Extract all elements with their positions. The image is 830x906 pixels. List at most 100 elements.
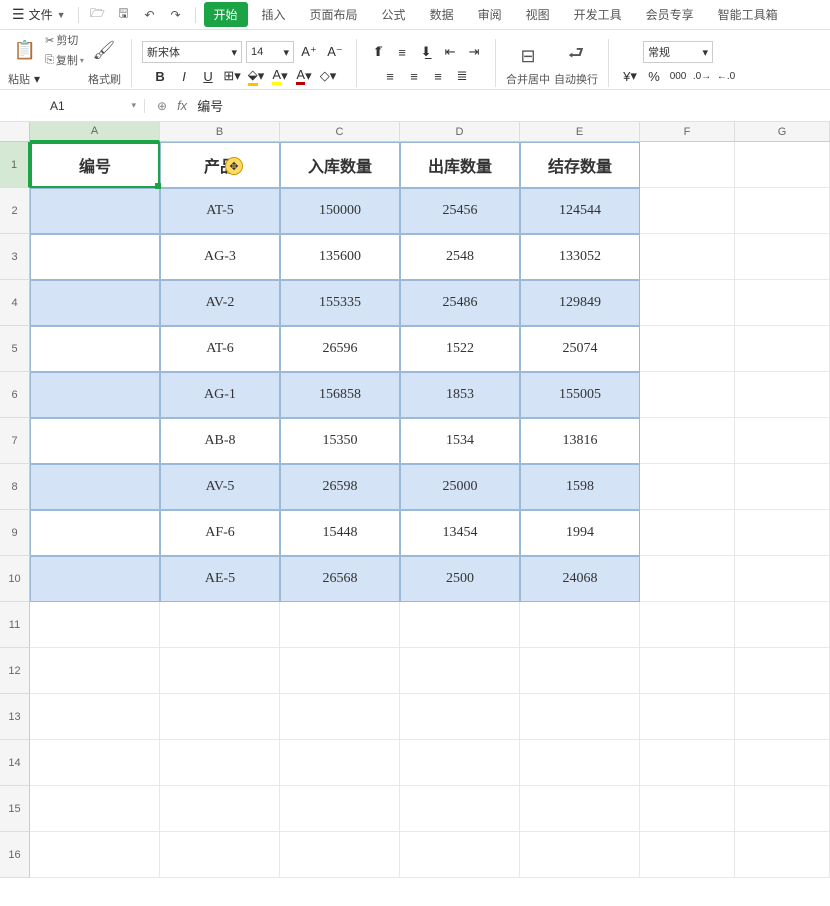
empty-cell[interactable] (640, 740, 735, 786)
empty-cell[interactable] (160, 648, 280, 694)
empty-cell[interactable] (735, 234, 830, 280)
data-cell[interactable]: 124544 (520, 188, 640, 234)
formula-content[interactable]: 编号 (197, 96, 223, 115)
data-cell[interactable]: 155335 (280, 280, 400, 326)
data-cell[interactable]: 1853 (400, 372, 520, 418)
increase-decimal-icon[interactable]: .0→ (691, 65, 713, 87)
open-icon[interactable]: 🗁 (87, 4, 109, 26)
file-menu[interactable]: ☰ 文件 ▼ (8, 4, 70, 25)
empty-cell[interactable] (640, 234, 735, 280)
row-header[interactable]: 11 (0, 602, 30, 648)
tab-review[interactable]: 审阅 (468, 2, 512, 27)
font-name-select[interactable]: 新宋体▾ (142, 41, 242, 63)
thousands-icon[interactable]: 000 (667, 65, 689, 87)
empty-cell[interactable] (640, 326, 735, 372)
percent-icon[interactable]: % (643, 65, 665, 87)
empty-cell[interactable] (30, 740, 160, 786)
decrease-font-icon[interactable]: A⁻ (324, 41, 346, 63)
cut-button[interactable]: ✂剪切 (42, 31, 87, 49)
font-size-select[interactable]: 14▾ (246, 41, 294, 63)
data-cell[interactable]: AF-6 (160, 510, 280, 556)
data-cell[interactable] (30, 418, 160, 464)
data-cell[interactable]: 24068 (520, 556, 640, 602)
empty-cell[interactable] (640, 510, 735, 556)
data-cell[interactable]: 133052 (520, 234, 640, 280)
data-cell[interactable] (30, 280, 160, 326)
row-header[interactable]: 8 (0, 464, 30, 510)
row-header[interactable]: 6 (0, 372, 30, 418)
format-painter-icon[interactable]: 🖌 (91, 35, 117, 65)
align-top-icon[interactable]: ⬆̄ (367, 41, 389, 63)
empty-cell[interactable] (160, 602, 280, 648)
col-header-G[interactable]: G (735, 122, 830, 142)
tab-formula[interactable]: 公式 (372, 2, 416, 27)
data-cell[interactable]: 13816 (520, 418, 640, 464)
data-cell[interactable]: AG-1 (160, 372, 280, 418)
empty-cell[interactable] (735, 602, 830, 648)
border-button[interactable]: ⊞▾ (221, 65, 243, 87)
empty-cell[interactable] (640, 786, 735, 832)
data-cell[interactable]: 25000 (400, 464, 520, 510)
empty-cell[interactable] (640, 418, 735, 464)
empty-cell[interactable] (160, 694, 280, 740)
data-cell[interactable] (30, 556, 160, 602)
header-cell[interactable]: 编号 (30, 142, 160, 188)
empty-cell[interactable] (400, 786, 520, 832)
highlight-button[interactable]: A▾ (269, 65, 291, 87)
empty-cell[interactable] (520, 648, 640, 694)
data-cell[interactable]: 26568 (280, 556, 400, 602)
clear-format-button[interactable]: ◇▾ (317, 65, 339, 87)
tab-data[interactable]: 数据 (420, 2, 464, 27)
row-header[interactable]: 13 (0, 694, 30, 740)
indent-left-icon[interactable]: ⇤ (439, 41, 461, 63)
increase-font-icon[interactable]: A⁺ (298, 41, 320, 63)
empty-cell[interactable] (30, 648, 160, 694)
data-cell[interactable]: AB-8 (160, 418, 280, 464)
decrease-decimal-icon[interactable]: ←.0 (715, 65, 737, 87)
empty-cell[interactable] (735, 188, 830, 234)
row-header[interactable]: 16 (0, 832, 30, 878)
number-format-select[interactable]: 常规▾ (643, 41, 713, 63)
data-cell[interactable]: 1994 (520, 510, 640, 556)
undo-icon[interactable]: ↶ (139, 4, 161, 26)
empty-cell[interactable] (400, 602, 520, 648)
align-middle-icon[interactable]: ≡ (391, 41, 413, 63)
tab-insert[interactable]: 插入 (252, 2, 296, 27)
empty-cell[interactable] (30, 786, 160, 832)
empty-cell[interactable] (520, 694, 640, 740)
bold-button[interactable]: B (149, 65, 171, 87)
tab-dev-tools[interactable]: 开发工具 (564, 2, 632, 27)
empty-cell[interactable] (280, 740, 400, 786)
tab-page-layout[interactable]: 页面布局 (300, 2, 368, 27)
data-cell[interactable]: 25456 (400, 188, 520, 234)
data-cell[interactable] (30, 464, 160, 510)
data-cell[interactable]: AG-3 (160, 234, 280, 280)
col-header-F[interactable]: F (640, 122, 735, 142)
italic-button[interactable]: I (173, 65, 195, 87)
merge-cells-icon[interactable]: ⊟ (515, 41, 541, 71)
data-cell[interactable]: 25486 (400, 280, 520, 326)
empty-cell[interactable] (280, 786, 400, 832)
data-cell[interactable] (30, 326, 160, 372)
empty-cell[interactable] (520, 740, 640, 786)
name-box[interactable]: A1 ▾ (0, 99, 145, 113)
empty-cell[interactable] (640, 832, 735, 878)
paste-icon[interactable]: 📋 (12, 35, 38, 65)
header-cell[interactable]: 出库数量 (400, 142, 520, 188)
data-cell[interactable]: 129849 (520, 280, 640, 326)
data-cell[interactable]: 2500 (400, 556, 520, 602)
data-cell[interactable]: 156858 (280, 372, 400, 418)
align-justify-icon[interactable]: ≣ (451, 65, 473, 87)
data-cell[interactable]: 26598 (280, 464, 400, 510)
row-header[interactable]: 15 (0, 786, 30, 832)
data-cell[interactable] (30, 510, 160, 556)
col-header-E[interactable]: E (520, 122, 640, 142)
empty-cell[interactable] (400, 694, 520, 740)
row-header[interactable]: 10 (0, 556, 30, 602)
copy-button[interactable]: ⎘复制▾ (42, 51, 87, 69)
empty-cell[interactable] (735, 372, 830, 418)
empty-cell[interactable] (735, 832, 830, 878)
empty-cell[interactable] (735, 740, 830, 786)
empty-cell[interactable] (400, 648, 520, 694)
data-cell[interactable]: 26596 (280, 326, 400, 372)
